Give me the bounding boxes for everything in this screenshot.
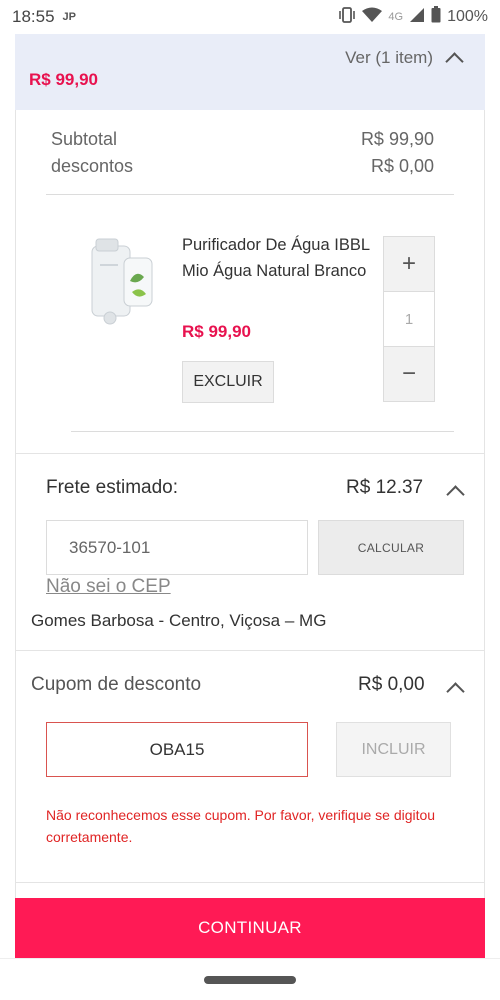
status-bar: 18:55 JP 4G 100%	[0, 0, 500, 34]
status-time: 18:55	[12, 7, 55, 26]
order-total: R$ 99,90	[29, 70, 98, 89]
shipping-value: R$ 12.37	[346, 477, 424, 498]
product-name[interactable]: Purificador De Água IBBL Mio Água Natura…	[182, 232, 372, 284]
view-items-label: Ver (1 item)	[345, 48, 433, 67]
system-nav-bar	[0, 958, 500, 1000]
increment-button[interactable]: +	[384, 237, 434, 291]
chevron-up-icon	[447, 51, 461, 65]
remove-item-button[interactable]: EXCLUIR	[182, 361, 274, 403]
app-notification-icon: JP	[62, 11, 77, 23]
subtotal-value: R$ 99,90	[360, 129, 434, 149]
network-type: 4G	[388, 11, 404, 23]
chevron-up-icon[interactable]	[448, 484, 462, 498]
discount-label: descontos	[51, 156, 134, 176]
apply-coupon-button[interactable]: INCLUIR	[336, 722, 451, 777]
totals-block: Subtotal R$ 99,90 descontos R$ 0,00	[51, 126, 434, 180]
continue-button[interactable]: CONTINUAR	[15, 898, 485, 958]
coupon-section	[15, 650, 485, 651]
battery-percent: 100%	[447, 8, 488, 25]
product-price: R$ 99,90	[182, 322, 251, 341]
quantity-stepper: + 1 −	[383, 236, 435, 402]
order-summary-header[interactable]: Ver (1 item) R$ 99,90	[15, 34, 485, 110]
shipping-address: Gomes Barbosa - Centro, Viçosa – MG	[31, 611, 327, 630]
cep-input[interactable]: 36570-101	[46, 520, 308, 575]
decrement-button[interactable]: −	[384, 347, 434, 401]
discount-row: descontos R$ 0,00	[51, 153, 434, 180]
product-image[interactable]	[88, 236, 156, 328]
quantity-value[interactable]: 1	[384, 291, 434, 347]
vibrate-icon	[338, 6, 356, 28]
coupon-input[interactable]: OBA15	[46, 722, 308, 777]
subtotal-label: Subtotal	[51, 129, 118, 149]
unknown-cep-link[interactable]: Não sei o CEP	[46, 576, 171, 598]
subtotal-row: Subtotal R$ 99,90	[51, 126, 434, 153]
signal-icon	[409, 7, 425, 28]
coupon-label: Cupom de desconto	[31, 674, 202, 695]
divider	[71, 431, 454, 432]
divider	[46, 194, 454, 195]
wifi-icon	[362, 7, 383, 28]
battery-icon	[431, 6, 441, 28]
chevron-up-icon[interactable]	[448, 681, 462, 695]
discount-value: R$ 0,00	[370, 156, 434, 176]
divider	[15, 882, 485, 883]
shipping-label: Frete estimado:	[46, 477, 178, 498]
shipping-section	[15, 453, 485, 454]
coupon-value: R$ 0,00	[358, 674, 425, 695]
view-items-toggle[interactable]: Ver (1 item)	[345, 48, 461, 68]
cart-card	[15, 110, 485, 898]
home-gesture-handle[interactable]	[204, 976, 296, 984]
status-icons: 4G 100%	[338, 6, 488, 28]
coupon-error-message: Não reconhecemos esse cupom. Por favor, …	[46, 807, 436, 845]
calculate-shipping-button[interactable]: CALCULAR	[318, 520, 464, 575]
